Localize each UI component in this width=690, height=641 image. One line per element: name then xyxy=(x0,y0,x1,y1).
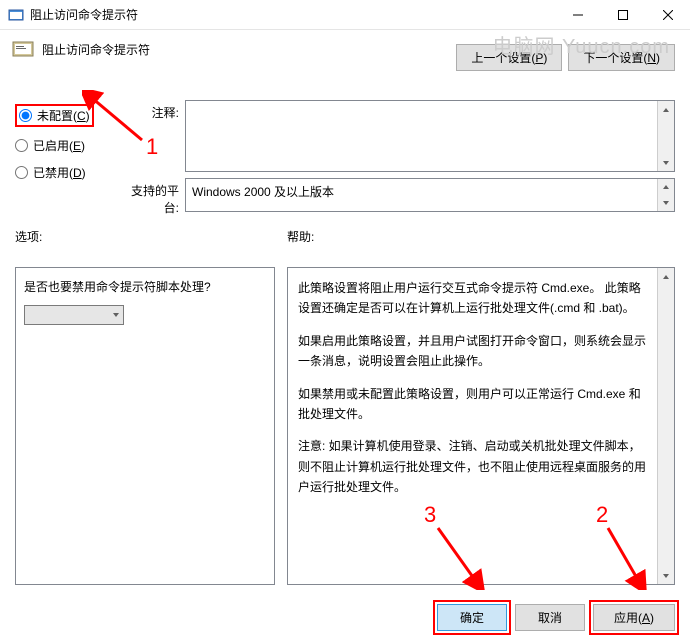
options-label: 选项: xyxy=(15,228,275,245)
prev-setting-button[interactable]: 上一个设置(P) xyxy=(456,44,562,71)
radio-disabled[interactable] xyxy=(15,166,28,179)
scrollbar[interactable] xyxy=(657,268,674,584)
comment-label: 注释: xyxy=(125,100,185,172)
radio-enabled-label: 已启用(E) xyxy=(33,137,85,154)
help-p4: 注意: 如果计算机使用登录、注销、启动或关机批处理文件脚本，则不阻止计算机运行批… xyxy=(298,436,652,497)
next-setting-button[interactable]: 下一个设置(N) xyxy=(568,44,675,71)
help-column: 帮助: 此策略设置将阻止用户运行交互式命令提示符 Cmd.exe。 此策略设置还… xyxy=(287,228,675,585)
scroll-up-icon[interactable] xyxy=(658,179,674,195)
help-p3: 如果禁用或未配置此策略设置，则用户可以正常运行 Cmd.exe 和批处理文件。 xyxy=(298,384,652,425)
options-panel: 是否也要禁用命令提示符脚本处理? xyxy=(15,267,275,585)
footer-buttons: 确定 取消 应用(A) xyxy=(437,604,675,631)
minimize-button[interactable] xyxy=(555,0,600,30)
help-label: 帮助: xyxy=(287,228,675,245)
radio-disabled-label: 已禁用(D) xyxy=(33,164,86,181)
comment-textarea[interactable] xyxy=(185,100,675,172)
chevron-down-icon xyxy=(112,311,120,319)
scroll-up-icon[interactable] xyxy=(658,101,674,118)
scroll-up-icon[interactable] xyxy=(658,268,674,285)
radio-group: 未配置(C) 已启用(E) 已禁用(D) xyxy=(15,100,125,222)
policy-icon xyxy=(8,7,24,23)
help-panel: 此策略设置将阻止用户运行交互式命令提示符 Cmd.exe。 此策略设置还确定是否… xyxy=(287,267,675,585)
policy-header-icon xyxy=(12,40,34,58)
scrollbar[interactable] xyxy=(657,179,674,211)
radio-not-configured-wrap: 未配置(C) xyxy=(15,104,94,127)
ok-button[interactable]: 确定 xyxy=(437,604,507,631)
scroll-down-icon[interactable] xyxy=(658,195,674,211)
maximize-button[interactable] xyxy=(600,0,645,30)
content-top: 未配置(C) 已启用(E) 已禁用(D) 注释: 支持的平台: xyxy=(0,92,690,222)
nav-buttons: 上一个设置(P) 下一个设置(N) xyxy=(456,44,675,71)
titlebar: 阻止访问命令提示符 xyxy=(0,0,690,30)
platform-box: Windows 2000 及以上版本 xyxy=(185,178,675,212)
scroll-down-icon[interactable] xyxy=(658,154,674,171)
radio-not-configured[interactable] xyxy=(19,109,32,122)
options-column: 选项: 是否也要禁用命令提示符脚本处理? xyxy=(15,228,275,585)
apply-button[interactable]: 应用(A) xyxy=(593,604,675,631)
platform-text: Windows 2000 及以上版本 xyxy=(186,179,674,204)
radio-not-configured-label: 未配置(C) xyxy=(37,107,90,124)
scrollbar[interactable] xyxy=(657,101,674,171)
help-p1: 此策略设置将阻止用户运行交互式命令提示符 Cmd.exe。 此策略设置还确定是否… xyxy=(298,278,652,319)
platform-label: 支持的平台: xyxy=(125,178,185,216)
scroll-down-icon[interactable] xyxy=(658,567,674,584)
radio-enabled[interactable] xyxy=(15,139,28,152)
window-title: 阻止访问命令提示符 xyxy=(30,6,555,23)
option-question: 是否也要禁用命令提示符脚本处理? xyxy=(24,278,266,295)
fields-col: 注释: 支持的平台: Windows 2000 及以上版本 xyxy=(125,100,675,222)
lower-row: 选项: 是否也要禁用命令提示符脚本处理? 帮助: 此策略设置将阻止用户运行交互式… xyxy=(0,222,690,585)
cancel-button[interactable]: 取消 xyxy=(515,604,585,631)
help-p2: 如果启用此策略设置，并且用户试图打开命令窗口，则系统会显示一条消息，说明设置会阻… xyxy=(298,331,652,372)
close-button[interactable] xyxy=(645,0,690,30)
option-select[interactable] xyxy=(24,305,124,325)
